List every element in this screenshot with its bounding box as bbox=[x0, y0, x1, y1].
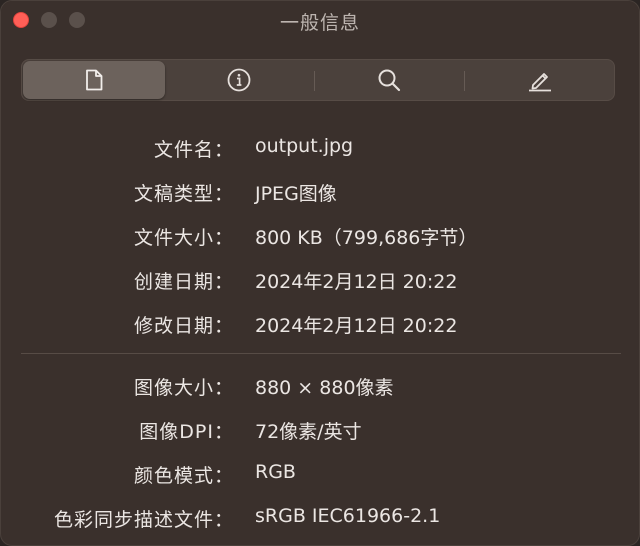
title-bar[interactable]: 一般信息 bbox=[1, 1, 639, 39]
tab-more-info[interactable] bbox=[166, 60, 312, 100]
window-title: 一般信息 bbox=[279, 12, 360, 34]
info-value: RGB bbox=[255, 461, 296, 483]
info-label: 文稿类型： bbox=[133, 183, 234, 205]
info-window: 一般信息 文件名： output.jpg 文稿类型： JPEG图像 文件大小： … bbox=[0, 0, 640, 546]
info-value: JPEG图像 bbox=[255, 183, 337, 205]
inspector-tab-bar bbox=[21, 59, 615, 101]
tab-divider bbox=[464, 71, 465, 91]
info-value: 880 × 880像素 bbox=[255, 377, 394, 399]
tab-divider bbox=[314, 71, 315, 91]
search-icon bbox=[378, 69, 401, 92]
info-label: 文件大小： bbox=[133, 227, 234, 249]
info-label: 创建日期： bbox=[133, 271, 234, 293]
info-icon bbox=[227, 68, 251, 92]
info-value: 2024年2月12日 20:22 bbox=[255, 271, 458, 293]
info-label: 色彩同步描述文件： bbox=[53, 509, 234, 531]
info-label: 颜色模式： bbox=[133, 465, 234, 487]
info-row: 色彩同步描述文件： sRGB IEC61966-2.1 bbox=[1, 505, 639, 535]
info-label: 图像大小： bbox=[133, 377, 234, 399]
pen-icon bbox=[529, 73, 551, 92]
tab-search[interactable] bbox=[316, 60, 462, 100]
info-value: output.jpg bbox=[255, 135, 354, 157]
info-value: sRGB IEC61966-2.1 bbox=[255, 505, 441, 527]
section-divider bbox=[21, 353, 621, 354]
info-value: 2024年2月12日 20:22 bbox=[255, 315, 458, 337]
info-row: 创建日期： 2024年2月12日 20:22 bbox=[1, 267, 639, 297]
info-label: 修改日期： bbox=[133, 315, 234, 337]
tab-annotate[interactable] bbox=[466, 60, 614, 100]
document-icon bbox=[86, 69, 103, 91]
info-row: 修改日期： 2024年2月12日 20:22 bbox=[1, 311, 639, 341]
info-value: 800 KB（799,686字节） bbox=[255, 227, 478, 249]
info-row: 图像大小： 880 × 880像素 bbox=[1, 373, 639, 403]
info-row: 文件大小： 800 KB（799,686字节） bbox=[1, 223, 639, 253]
info-row: 文件名： output.jpg bbox=[1, 135, 639, 165]
info-label: 文件名： bbox=[153, 139, 234, 161]
info-row: 文稿类型： JPEG图像 bbox=[1, 179, 639, 209]
tab-general[interactable] bbox=[23, 61, 165, 99]
info-value: 72像素/英寸 bbox=[255, 421, 362, 443]
info-row: 图像DPI： 72像素/英寸 bbox=[1, 417, 639, 447]
info-row: 颜色模式： RGB bbox=[1, 461, 639, 491]
info-label: 图像DPI： bbox=[139, 421, 234, 443]
